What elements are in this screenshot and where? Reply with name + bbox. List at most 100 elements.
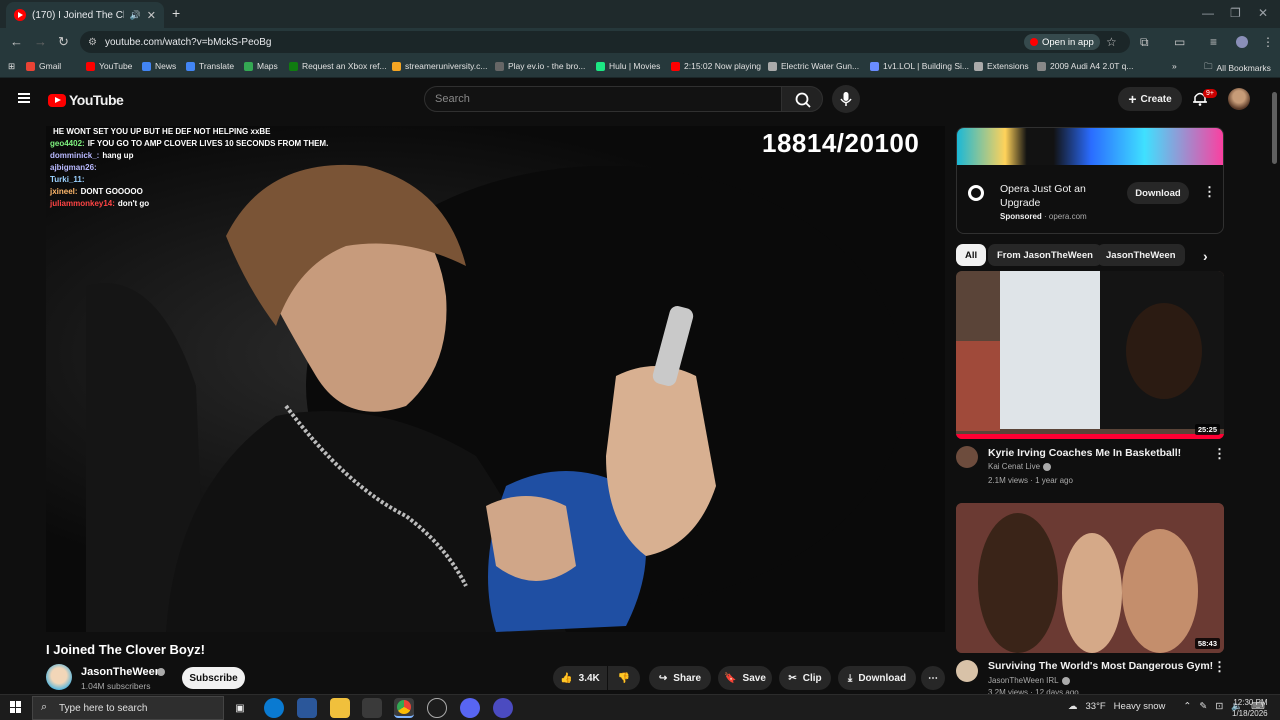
task-view-icon[interactable]: ▣ — [230, 698, 250, 718]
site-info-icon[interactable]: ⚙ — [88, 37, 97, 48]
forward-icon[interactable]: → — [34, 34, 47, 49]
recommendation-channel[interactable]: Kai Cenat Live — [988, 462, 1052, 471]
maximize-icon[interactable]: ❐ — [1230, 6, 1241, 20]
chips-next-icon[interactable]: › — [1203, 248, 1208, 264]
address-bar[interactable]: ⚙ youtube.com/watch?v=bMckS-PeoBg — [80, 31, 1130, 53]
bookmark-item[interactable]: News — [142, 61, 176, 71]
close-tab-icon[interactable]: ✕ — [147, 9, 156, 22]
file-explorer-icon[interactable] — [330, 698, 350, 718]
account-avatar[interactable] — [1228, 88, 1250, 110]
recommendation-channel[interactable]: JasonTheWeen IRL — [988, 676, 1070, 685]
profile-icon[interactable] — [1236, 36, 1248, 48]
chip-channel[interactable]: JasonTheWeen — [1097, 244, 1185, 266]
close-window-icon[interactable]: ✕ — [1258, 6, 1268, 20]
menu-icon[interactable] — [18, 93, 30, 103]
video-player[interactable]: HE WONT SET YOU UP BUT HE DEF NOT HELPIN… — [46, 126, 945, 632]
voice-search-button[interactable] — [832, 85, 860, 113]
download-button[interactable]: ⤓ Download — [838, 666, 916, 690]
recommendation-title[interactable]: Surviving The World's Most Dangerous Gym… — [988, 660, 1213, 672]
chat-username: Turki_11: — [50, 175, 85, 184]
thumbs-up-icon: 👍 — [560, 672, 573, 684]
pen-icon[interactable]: ✎ — [1199, 701, 1207, 712]
all-bookmarks-link[interactable]: 🗀 All Bookmarks — [1204, 61, 1271, 75]
bookmark-item[interactable]: Maps — [244, 61, 278, 71]
bookmark-item[interactable]: Request an Xbox ref... — [289, 61, 387, 71]
clip-button[interactable]: ✂ Clip — [779, 666, 831, 690]
taskbar-search-input[interactable]: ⌕ Type here to search — [32, 696, 224, 720]
chat-username: ajbigman26: — [50, 163, 97, 172]
bookmark-item[interactable]: 1v1.LOL | Building Si... — [870, 61, 969, 71]
recommendation-channel-avatar[interactable] — [956, 446, 978, 468]
bookmark-item[interactable]: 2009 Audi A4 2.0T q... — [1037, 61, 1134, 71]
word-icon[interactable] — [297, 698, 317, 718]
discord-icon[interactable] — [460, 698, 480, 718]
more-actions-button[interactable]: ⋯ — [921, 666, 945, 690]
chip-all[interactable]: All — [956, 244, 987, 266]
app-icon[interactable] — [493, 698, 513, 718]
media-control-icon[interactable]: ≡ — [1210, 35, 1217, 49]
video-duration: 58:43 — [1194, 638, 1220, 649]
audio-icon[interactable]: 🔊 — [130, 10, 141, 21]
share-button[interactable]: ↪ Share — [649, 666, 711, 690]
search-input[interactable]: Search — [424, 86, 782, 112]
bookmark-item[interactable]: YouTube — [86, 61, 132, 71]
bookmark-item[interactable]: Gmail — [26, 61, 61, 71]
thumbnail-image — [956, 271, 1224, 439]
channel-name[interactable]: JasonTheWeen — [81, 666, 162, 678]
ad-menu-icon[interactable]: ⋮ — [1203, 184, 1216, 200]
recommendation-channel-avatar[interactable] — [956, 660, 978, 682]
youtube-logo[interactable]: YouTube — [48, 92, 124, 108]
notification-badge: 9+ — [1203, 89, 1217, 98]
tray-chevron-icon[interactable]: ⌃ — [1183, 701, 1191, 712]
recommendation-menu-icon[interactable]: ⋮ — [1213, 659, 1226, 675]
chat-message: domminick_: hang up — [50, 150, 350, 162]
open-in-app-button[interactable]: Open in app — [1024, 34, 1100, 50]
subscribe-button[interactable]: Subscribe — [182, 667, 245, 689]
minimize-icon[interactable]: — — [1202, 6, 1214, 20]
bookmark-item[interactable]: Translate — [186, 61, 234, 71]
bookmark-item[interactable]: 2:15:02 Now playing — [671, 61, 761, 71]
recommendation-thumbnail[interactable]: 58:43 — [956, 503, 1224, 653]
bookmark-label: Extensions — [987, 61, 1029, 71]
store-icon[interactable] — [362, 698, 382, 718]
windows-start-icon[interactable] — [10, 701, 22, 713]
browser-tab[interactable]: (170) I Joined The Clover Bo 🔊 ✕ — [6, 2, 164, 28]
bookmark-item[interactable]: Hulu | Movies — [596, 61, 660, 71]
chat-message: juliammonkey14: don't go — [50, 198, 350, 210]
bookmark-item[interactable]: streameruniversity.c... — [392, 61, 488, 71]
sponsored-ad-card[interactable]: Opera Just Got an Upgrade Sponsored · op… — [956, 127, 1224, 234]
recommendation-menu-icon[interactable]: ⋮ — [1213, 446, 1226, 462]
dislike-button[interactable]: 👎 — [608, 666, 640, 690]
bookmark-favicon-icon — [974, 61, 983, 71]
steam-icon[interactable] — [427, 698, 447, 718]
recommendation-title[interactable]: Kyrie Irving Coaches Me In Basketball! — [988, 447, 1181, 459]
back-icon[interactable]: ← — [10, 34, 23, 49]
more-bookmarks-icon[interactable]: » — [1172, 61, 1177, 71]
bookmark-icon: 🔖 — [724, 672, 737, 684]
bookmark-item[interactable]: Extensions — [974, 61, 1029, 71]
apps-grid-icon[interactable]: ⊞ — [8, 61, 15, 72]
search-button[interactable] — [781, 86, 823, 112]
bookmark-item[interactable]: Electric Water Gun... — [768, 61, 859, 71]
save-button[interactable]: 🔖 Save — [718, 666, 772, 690]
ad-download-button[interactable]: Download — [1127, 182, 1189, 204]
edge-icon[interactable] — [264, 698, 284, 718]
new-tab-icon[interactable]: + — [172, 5, 180, 21]
cast-icon[interactable]: ▭ — [1174, 35, 1185, 49]
chip-from-channel[interactable]: From JasonTheWeen — [988, 244, 1102, 266]
like-button[interactable]: 👍 3.4K — [553, 666, 607, 690]
system-clock[interactable]: 12:30 PM 1/18/2026 — [1232, 697, 1268, 719]
bookmark-star-icon[interactable]: ☆ — [1106, 35, 1117, 49]
chrome-menu-icon[interactable]: ⋮ — [1262, 35, 1274, 49]
reload-icon[interactable]: ↻ — [58, 34, 69, 50]
bookmark-item[interactable]: Play ev.io - the bro... — [495, 61, 585, 71]
extensions-icon[interactable]: ⧉ — [1140, 35, 1149, 50]
page-scrollbar[interactable] — [1272, 92, 1277, 164]
channel-avatar[interactable] — [46, 664, 72, 690]
tab-title: (170) I Joined The Clover Bo — [32, 9, 124, 21]
recommendation-thumbnail[interactable]: 25:25 — [956, 271, 1224, 439]
chat-message: Turki_11: — [50, 174, 350, 186]
chrome-icon[interactable] — [394, 698, 414, 718]
create-button[interactable]: + Create — [1118, 87, 1182, 111]
network-icon[interactable]: ⊡ — [1215, 701, 1223, 712]
